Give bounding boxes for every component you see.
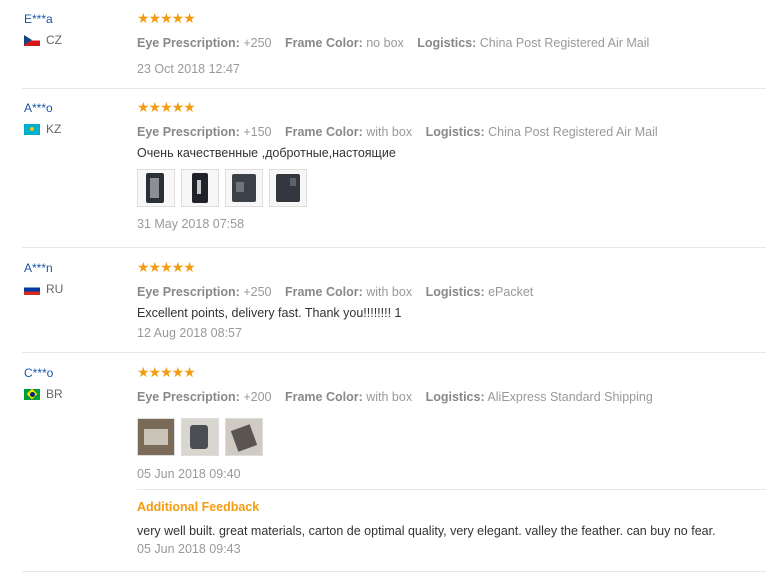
frame-color-value: with box <box>366 285 413 299</box>
additional-feedback: Additional Feedback very well built. gre… <box>137 500 756 556</box>
review-date: 31 May 2018 07:58 <box>137 217 245 231</box>
reviewer-info: E***a CZ <box>24 12 62 47</box>
star-rating: ★★★★★ <box>137 99 196 115</box>
review-text: Очень качественные ,добротные,настоящие <box>137 146 396 160</box>
eye-prescription-value: +250 <box>243 285 272 299</box>
logistics-value: China Post Registered Air Mail <box>488 125 658 139</box>
review-attributes: Eye Prescription: +200 Frame Color: with… <box>137 390 756 404</box>
eye-prescription-label: Eye Prescription: <box>137 125 240 139</box>
reviewer-info: A***n RU <box>24 261 63 296</box>
reviewer-name[interactable]: A***n <box>24 261 63 275</box>
reviewer-country: BR <box>24 387 63 401</box>
logistics-label: Logistics: <box>425 125 485 139</box>
review-date: 05 Jun 2018 09:40 <box>137 467 241 481</box>
flag-br-icon <box>24 388 40 400</box>
star-rating: ★★★★★ <box>137 259 196 275</box>
divider <box>137 489 766 490</box>
frame-color-value: with box <box>366 125 413 139</box>
flag-kz-icon <box>24 123 40 135</box>
reviewer-country: KZ <box>24 122 61 136</box>
country-code: CZ <box>46 33 62 47</box>
review-content: ★★★★★ Eye Prescription: +150 Frame Color… <box>137 100 756 231</box>
frame-color-label: Frame Color: <box>284 285 363 299</box>
review-content: ★★★★★ Eye Prescription: +250 Frame Color… <box>137 260 756 340</box>
country-code: BR <box>46 387 63 401</box>
review-photo[interactable] <box>225 418 263 456</box>
review-attributes: Eye Prescription: +150 Frame Color: with… <box>137 125 756 139</box>
frame-color-value: no box <box>366 36 404 50</box>
review-photo[interactable] <box>137 418 175 456</box>
frame-color-label: Frame Color: <box>284 390 363 404</box>
divider <box>22 352 766 353</box>
logistics-label: Logistics: <box>425 285 485 299</box>
flag-cz-icon <box>24 34 40 46</box>
review-attributes: Eye Prescription: +250 Frame Color: no b… <box>137 36 756 50</box>
reviewer-name[interactable]: A***o <box>24 101 61 115</box>
divider <box>22 247 766 248</box>
star-rating: ★★★★★ <box>137 10 196 26</box>
frame-color-label: Frame Color: <box>284 36 363 50</box>
review-content: ★★★★★ Eye Prescription: +250 Frame Color… <box>137 11 756 76</box>
eye-prescription-value: +200 <box>243 390 272 404</box>
review-text: Excellent points, delivery fast. Thank y… <box>137 306 402 320</box>
reviewer-country: RU <box>24 282 63 296</box>
logistics-value: AliExpress Standard Shipping <box>487 390 653 404</box>
reviewer-country: CZ <box>24 33 62 47</box>
country-code: RU <box>46 282 64 296</box>
country-code: KZ <box>46 122 62 136</box>
review-date: 23 Oct 2018 12:47 <box>137 62 240 76</box>
eye-prescription-label: Eye Prescription: <box>137 390 240 404</box>
review-date: 12 Aug 2018 08:57 <box>137 326 242 340</box>
additional-feedback-date: 05 Jun 2018 09:43 <box>137 542 241 556</box>
logistics-label: Logistics: <box>425 390 485 404</box>
review-photo[interactable] <box>137 169 175 207</box>
review-attributes: Eye Prescription: +250 Frame Color: with… <box>137 285 756 299</box>
reviewer-info: A***o KZ <box>24 101 61 136</box>
eye-prescription-value: +250 <box>243 36 272 50</box>
eye-prescription-label: Eye Prescription: <box>137 36 240 50</box>
review-photo[interactable] <box>269 169 307 207</box>
divider <box>22 571 766 572</box>
flag-ru-icon <box>24 283 40 295</box>
review-photo[interactable] <box>181 418 219 456</box>
review-content: ★★★★★ Eye Prescription: +200 Frame Color… <box>137 365 756 481</box>
logistics-label: Logistics: <box>417 36 477 50</box>
review-photo[interactable] <box>225 169 263 207</box>
additional-feedback-title: Additional Feedback <box>137 500 260 514</box>
logistics-value: ePacket <box>488 285 534 299</box>
review-photo[interactable] <box>181 169 219 207</box>
review-photos <box>137 169 756 207</box>
frame-color-label: Frame Color: <box>284 125 363 139</box>
additional-feedback-text: very well built. great materials, carton… <box>137 524 716 538</box>
logistics-value: China Post Registered Air Mail <box>479 36 650 50</box>
divider <box>22 88 766 89</box>
reviewer-name[interactable]: C***o <box>24 366 63 380</box>
eye-prescription-value: +150 <box>243 125 272 139</box>
frame-color-value: with box <box>366 390 413 404</box>
reviewer-name[interactable]: E***a <box>24 12 62 26</box>
review-photos <box>137 418 756 456</box>
reviewer-info: C***o BR <box>24 366 63 401</box>
eye-prescription-label: Eye Prescription: <box>137 285 240 299</box>
star-rating: ★★★★★ <box>137 364 196 380</box>
